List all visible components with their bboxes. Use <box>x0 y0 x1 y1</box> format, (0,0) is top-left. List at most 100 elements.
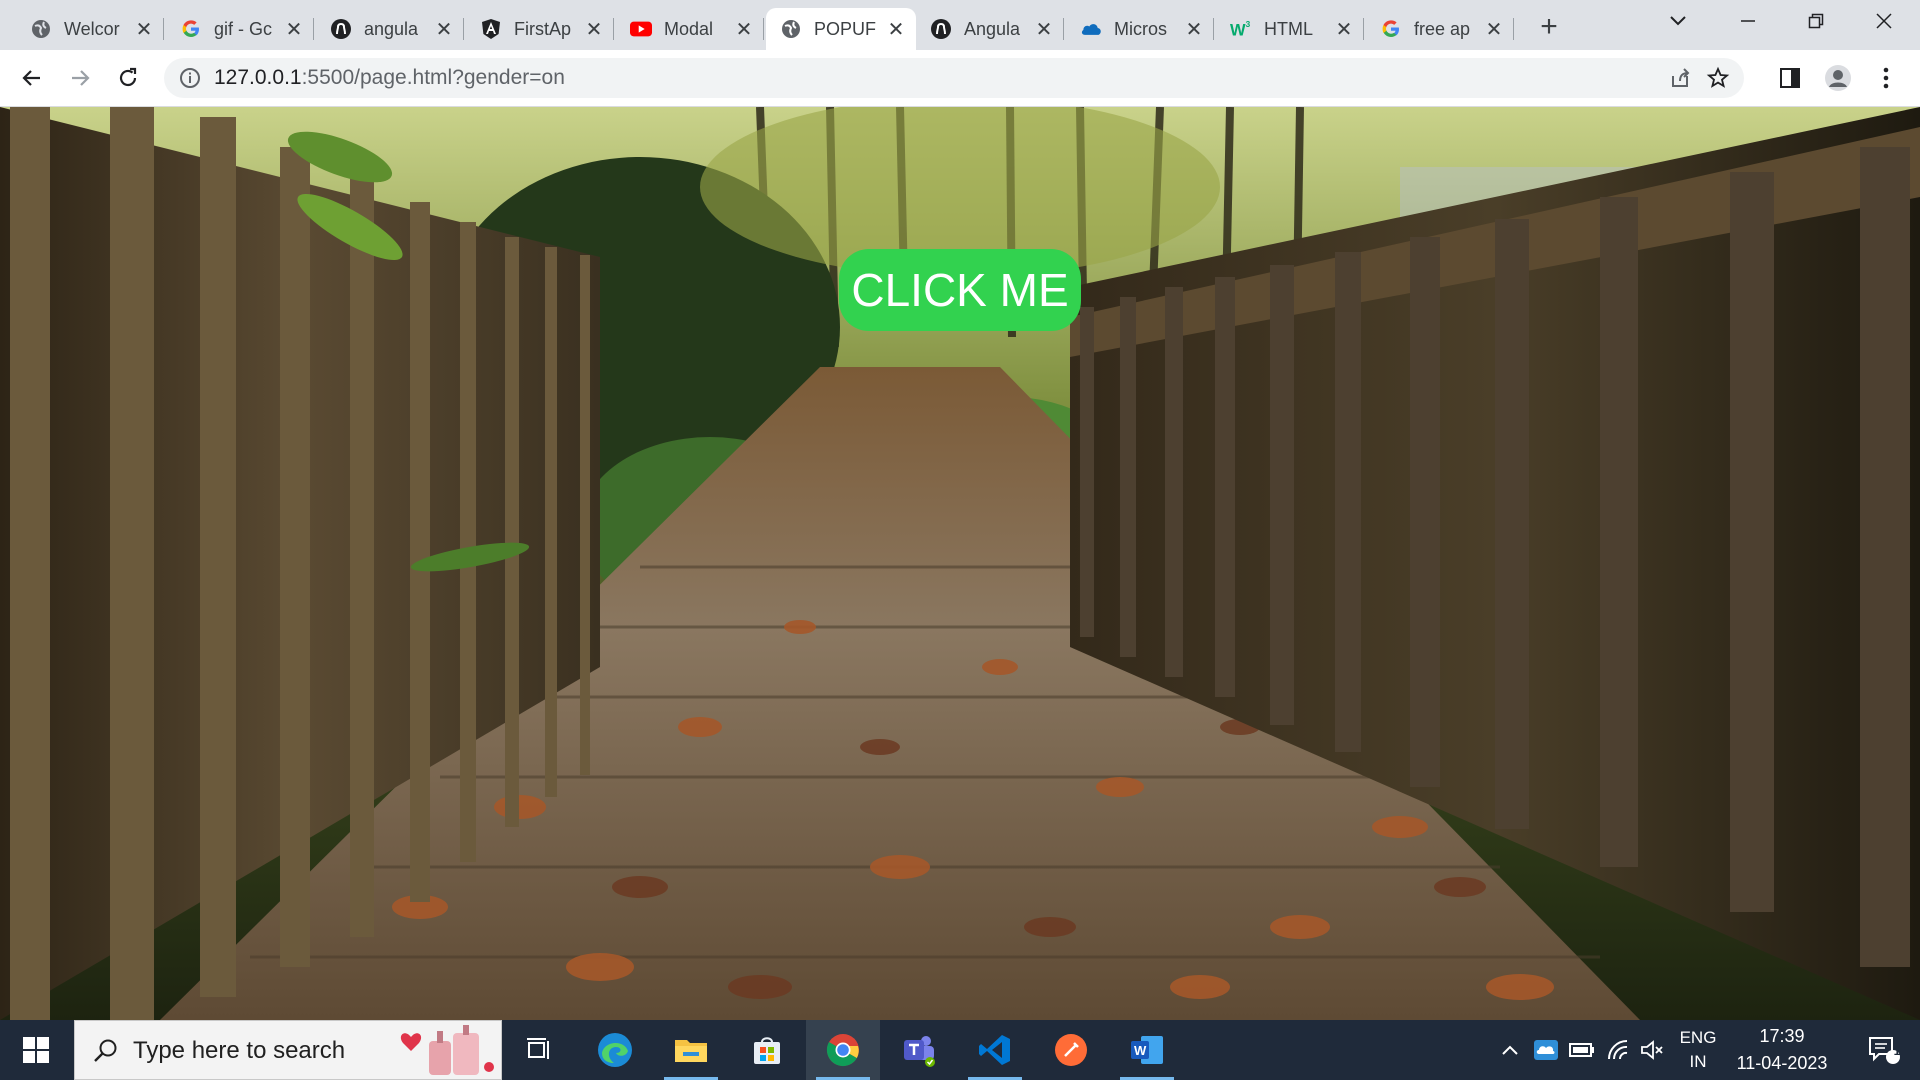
task-view-button[interactable] <box>502 1020 576 1080</box>
volume-tray-button[interactable] <box>1636 1020 1668 1080</box>
battery-icon <box>1569 1043 1594 1057</box>
globe-icon <box>780 18 802 40</box>
battery-tray-button[interactable] <box>1566 1020 1598 1080</box>
tab-welcome[interactable]: Welcor ✕ <box>16 8 164 50</box>
side-panel-icon <box>1780 68 1800 88</box>
windows-logo-icon <box>23 1037 49 1063</box>
close-tab-icon[interactable]: ✕ <box>1184 17 1204 42</box>
google-icon <box>1380 18 1402 40</box>
chevron-down-icon <box>1670 16 1686 26</box>
url-path: :5500/page.html?gender=on <box>301 66 565 89</box>
tab-title: HTML <box>1264 18 1313 39</box>
browser-toolbar: 127.0.0.1:5500/page.html?gender=on <box>0 50 1920 107</box>
forest-bridge-background-image <box>0 107 1920 1020</box>
onedrive-cloud-icon <box>1080 18 1102 40</box>
globe-icon <box>30 18 52 40</box>
taskbar-clock[interactable]: 17:39 11-04-2023 <box>1724 1020 1840 1080</box>
arrow-left-icon <box>22 70 40 86</box>
bookmark-star-icon[interactable] <box>1706 66 1730 90</box>
tab-firstapp[interactable]: FirstAp ✕ <box>466 8 614 50</box>
onedrive-tray-button[interactable] <box>1530 1020 1562 1080</box>
angular-a-icon <box>480 18 502 40</box>
clock-time: 17:39 <box>1759 1026 1805 1046</box>
tab-angular-github[interactable]: angula ✕ <box>316 8 464 50</box>
close-tab-icon[interactable]: ✕ <box>434 17 454 42</box>
minimize-button[interactable] <box>1718 0 1778 42</box>
vscode-icon <box>979 1035 1010 1065</box>
restore-button[interactable] <box>1786 0 1846 42</box>
task-view-icon <box>527 1038 549 1059</box>
teams-icon <box>904 1036 935 1067</box>
tab-angular-github-2[interactable]: Angula ✕ <box>916 8 1064 50</box>
tab-separator <box>1363 18 1364 40</box>
tab-separator <box>313 18 314 40</box>
taskbar-microsoft-store[interactable] <box>730 1020 804 1080</box>
info-icon[interactable] <box>178 66 202 90</box>
taskbar-search-box[interactable]: Type here to search <box>74 1020 502 1080</box>
close-tab-icon[interactable]: ✕ <box>1334 17 1354 42</box>
search-placeholder: Type here to search <box>133 1037 346 1064</box>
youtube-icon <box>630 18 652 40</box>
wifi-icon <box>1608 1040 1628 1060</box>
tab-separator <box>613 18 614 40</box>
postman-icon <box>1055 1034 1087 1066</box>
reload-button[interactable] <box>108 58 148 98</box>
tab-title: gif - Gc <box>214 18 273 39</box>
url-text[interactable]: 127.0.0.1:5500/page.html?gender=on <box>214 58 565 98</box>
browser-tab-strip: Welcor ✕ gif - Gc ✕ angula ✕ FirstAp ✕ M… <box>0 0 1920 50</box>
close-tab-icon[interactable]: ✕ <box>584 17 604 42</box>
taskbar-postman[interactable] <box>1034 1020 1108 1080</box>
taskbar-teams[interactable] <box>882 1020 956 1080</box>
notification-count-badge: 1 <box>1893 1044 1901 1058</box>
tab-separator <box>463 18 464 40</box>
tab-modal-youtube[interactable]: Modal ✕ <box>616 8 764 50</box>
tab-separator <box>163 18 164 40</box>
tab-title: Angula <box>964 18 1021 39</box>
network-tray-button[interactable] <box>1602 1020 1634 1080</box>
forward-button[interactable] <box>60 58 100 98</box>
taskbar-vscode[interactable] <box>958 1020 1032 1080</box>
close-tab-icon[interactable]: ✕ <box>1034 17 1054 42</box>
input-language-indicator[interactable]: ENG IN <box>1668 1020 1728 1080</box>
tab-html-w3schools[interactable]: W3 HTML ✕ <box>1216 8 1364 50</box>
tab-separator <box>1063 18 1064 40</box>
show-hidden-icons-button[interactable] <box>1496 1020 1524 1080</box>
back-button[interactable] <box>12 58 52 98</box>
tab-separator <box>1213 18 1214 40</box>
restore-icon <box>1808 13 1824 29</box>
tab-gif-google[interactable]: gif - Gc ✕ <box>166 8 314 50</box>
close-tab-icon[interactable]: ✕ <box>134 17 154 42</box>
chevron-up-icon <box>1502 1045 1518 1055</box>
svg-text:W: W <box>1134 1043 1147 1058</box>
address-bar[interactable]: 127.0.0.1:5500/page.html?gender=on <box>164 58 1744 98</box>
close-tab-icon[interactable]: ✕ <box>886 17 906 42</box>
tab-separator <box>1513 18 1514 40</box>
browser-menu-button[interactable] <box>1872 64 1900 92</box>
github-icon <box>330 18 352 40</box>
file-explorer-icon <box>675 1040 707 1062</box>
taskbar-word[interactable]: W <box>1110 1020 1184 1080</box>
url-host: 127.0.0.1 <box>214 66 302 89</box>
notification-center-button[interactable]: 1 <box>1852 1020 1916 1080</box>
taskbar-file-explorer[interactable] <box>654 1020 728 1080</box>
share-icon[interactable] <box>1668 66 1692 90</box>
github-icon <box>930 18 952 40</box>
tab-free-google[interactable]: free ap ✕ <box>1366 8 1514 50</box>
taskbar-chrome[interactable] <box>806 1020 880 1080</box>
tab-microsoft[interactable]: Micros ✕ <box>1066 8 1214 50</box>
tab-popup-active[interactable]: POPUF ✕ <box>766 8 916 50</box>
close-tab-icon[interactable]: ✕ <box>284 17 304 42</box>
start-button[interactable] <box>0 1020 72 1080</box>
region-code: IN <box>1689 1052 1707 1071</box>
side-panel-button[interactable] <box>1776 64 1804 92</box>
close-tab-icon[interactable]: ✕ <box>734 17 754 42</box>
close-window-button[interactable] <box>1854 0 1914 42</box>
taskbar-edge[interactable] <box>578 1020 652 1080</box>
tab-search-button[interactable] <box>1648 0 1708 42</box>
close-tab-icon[interactable]: ✕ <box>1484 17 1504 42</box>
click-me-label: CLICK ME <box>851 264 1069 316</box>
new-tab-button[interactable]: + <box>1532 10 1566 44</box>
tab-separator <box>763 18 764 40</box>
profile-button[interactable] <box>1824 64 1852 92</box>
click-me-button[interactable]: CLICK ME <box>839 249 1081 331</box>
